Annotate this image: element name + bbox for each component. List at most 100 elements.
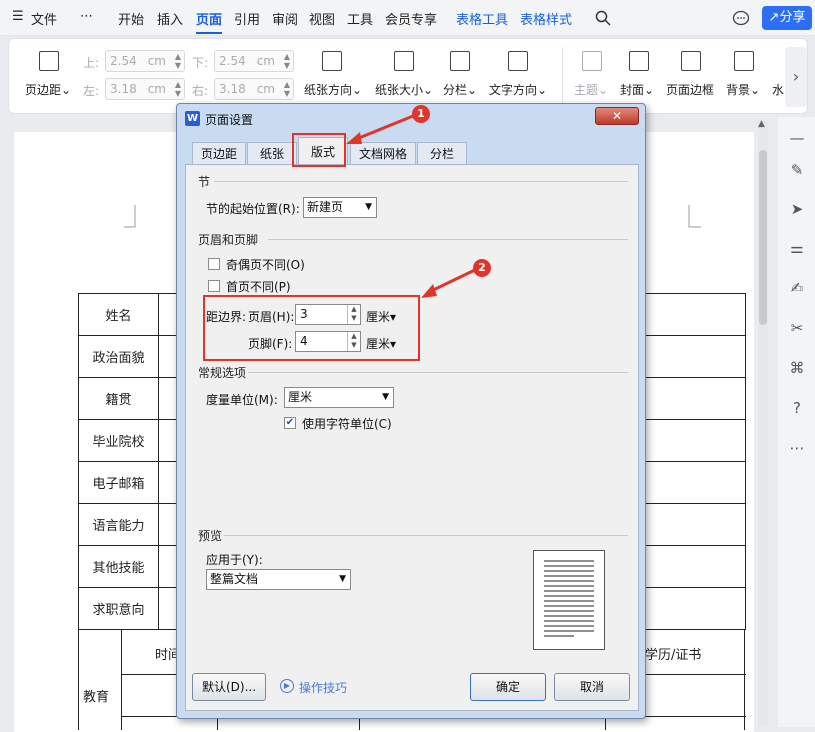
right-margin-input[interactable]: 3.18 cm ▲ ▼ — [214, 78, 294, 100]
preview-lines — [544, 560, 594, 637]
measure-unit-select[interactable]: 厘米 ▼ — [284, 387, 394, 408]
tab-margins[interactable]: 页边距 — [192, 142, 246, 165]
menu-bar: ☰ 文件 ⋯ 开始 插入 页面 引用 审阅 视图 工具 会员专享 表格工具 表格… — [0, 0, 815, 36]
hamburger-icon[interactable]: ☰ — [12, 9, 24, 24]
right-toolbar: — ✎ ➤ ⚌ ✍ ✂ ⌘ ? ⋯ — [778, 117, 815, 727]
top-margin-input[interactable]: 2.54 cm ▲ ▼ — [105, 50, 185, 72]
table-label: 籍贯 — [78, 377, 159, 420]
tab-member[interactable]: 会员专享 — [385, 9, 437, 28]
pen-icon[interactable]: ✎ — [788, 161, 806, 179]
chevron-down-icon: ▼ — [382, 392, 389, 402]
general-options-title: 常规选项 — [198, 366, 247, 380]
cancel-button[interactable]: 取消 — [554, 673, 630, 701]
apply-to-select[interactable]: 整篇文档 ▼ — [206, 569, 351, 590]
collapse-icon[interactable]: — — [788, 129, 806, 147]
table-label: 求职意向 — [78, 587, 159, 630]
sliders-icon[interactable]: ⚌ — [788, 239, 806, 257]
chat-icon[interactable] — [732, 10, 750, 26]
annotation-badge-1: 1 — [412, 105, 430, 123]
tab-table-style[interactable]: 表格样式 — [520, 9, 572, 28]
more-icon[interactable]: ⋯ — [80, 9, 93, 24]
help-icon[interactable]: ? — [788, 399, 806, 417]
tab-tools[interactable]: 工具 — [347, 9, 373, 28]
tab-page[interactable]: 页面 — [196, 9, 222, 28]
tab-references[interactable]: 引用 — [234, 9, 260, 28]
orientation-icon — [322, 51, 342, 71]
ribbon-scroll-right-icon[interactable]: › — [785, 47, 807, 107]
bottom-margin-input[interactable]: 2.54 cm ▲ ▼ — [214, 50, 294, 72]
menu-file[interactable]: 文件 — [31, 9, 57, 28]
table-label: 语言能力 — [78, 503, 159, 546]
paper-size-button[interactable]: 纸张大小⌄ — [375, 81, 433, 98]
tab-insert[interactable]: 插入 — [157, 9, 183, 28]
margins-button[interactable]: 页边距⌄ — [25, 81, 71, 98]
map-icon[interactable]: ⌘ — [788, 359, 806, 377]
tab-table-tools[interactable]: 表格工具 — [456, 9, 508, 28]
page-border-button[interactable]: 页面边框 — [666, 81, 714, 98]
cover-icon — [629, 51, 649, 71]
char-units-checkbox[interactable]: ✔ — [284, 417, 296, 429]
dialog-title: 页面设置 — [205, 113, 254, 127]
divider — [224, 535, 628, 536]
section-start-select[interactable]: 新建页 ▼ — [303, 197, 377, 218]
highlight-layout-tab — [292, 133, 346, 167]
preview-title: 预览 — [198, 529, 223, 543]
left-margin-input[interactable]: 3.18 cm ▲ ▼ — [105, 78, 185, 100]
tab-view[interactable]: 视图 — [309, 9, 335, 28]
margin-corner-marker — [124, 205, 136, 228]
measure-unit-label: 度量单位(M): — [206, 393, 278, 407]
divider — [214, 181, 628, 182]
tab-paper[interactable]: 纸张 — [247, 142, 297, 165]
divider — [248, 372, 628, 373]
chevron-down-icon: ▼ — [339, 574, 346, 584]
more-options-icon[interactable]: ⋯ — [788, 439, 806, 457]
section-title: 节 — [198, 175, 211, 189]
table-label: 姓名 — [78, 293, 159, 336]
scroll-up-icon[interactable]: ▲ — [758, 119, 765, 129]
dialog-body: 节 节的起始位置(R): 新建页 ▼ 页眉和页脚 奇偶页不同(O) 首页不同(P)… — [185, 164, 639, 711]
table-label: 毕业院校 — [78, 419, 159, 462]
degree-header: 学历/证书 — [645, 648, 702, 663]
char-units-label: 使用字符单位(C) — [302, 417, 392, 431]
wps-logo-icon: W — [185, 111, 200, 126]
ok-button[interactable]: 确定 — [470, 673, 546, 701]
theme-button[interactable]: 主题⌄ — [574, 81, 608, 98]
margins-icon — [39, 51, 59, 71]
watermark-button[interactable]: 水 — [772, 81, 784, 98]
section-start-label: 节的起始位置(R): — [206, 202, 300, 216]
highlight-header-footer-distance — [203, 295, 420, 361]
scrollbar-thumb[interactable] — [759, 150, 767, 325]
odd-even-checkbox[interactable] — [208, 258, 220, 270]
odd-even-label: 奇偶页不同(O) — [226, 258, 305, 272]
tab-home[interactable]: 开始 — [118, 9, 144, 28]
play-icon: ▶ — [280, 679, 294, 693]
tips-link[interactable]: 操作技巧 — [299, 679, 347, 696]
text-direction-button[interactable]: 文字方向⌄ — [489, 81, 547, 98]
background-button[interactable]: 背景⌄ — [726, 81, 760, 98]
first-page-label: 首页不同(P) — [226, 280, 291, 294]
share-button[interactable]: ↗分享 — [762, 6, 812, 30]
translate-icon[interactable]: ✍ — [788, 279, 806, 297]
right-margin-label: 右: — [192, 84, 209, 98]
cover-button[interactable]: 封面⌄ — [620, 81, 654, 98]
annotation-badge-2: 2 — [473, 259, 491, 277]
preview-page — [533, 550, 605, 650]
education-label: 教育 — [83, 690, 110, 705]
first-page-checkbox[interactable] — [208, 280, 220, 292]
columns-button[interactable]: 分栏⌄ — [443, 81, 477, 98]
close-button[interactable]: ✕ — [595, 107, 639, 125]
left-margin-label: 左: — [83, 84, 100, 98]
default-button[interactable]: 默认(D)... — [192, 673, 266, 701]
orientation-button[interactable]: 纸张方向⌄ — [304, 81, 362, 98]
ribbon-divider — [562, 47, 563, 105]
share-icon: ↗ — [768, 10, 780, 25]
tools-icon[interactable]: ✂ — [788, 319, 806, 337]
chevron-down-icon: ▼ — [365, 202, 372, 212]
tab-review[interactable]: 审阅 — [272, 9, 298, 28]
search-icon[interactable] — [595, 10, 611, 26]
text-direction-icon — [508, 51, 528, 71]
page-border-icon — [681, 51, 701, 71]
divider — [268, 239, 628, 240]
cursor-icon[interactable]: ➤ — [788, 200, 806, 218]
apply-to-label: 应用于(Y): — [206, 553, 263, 567]
